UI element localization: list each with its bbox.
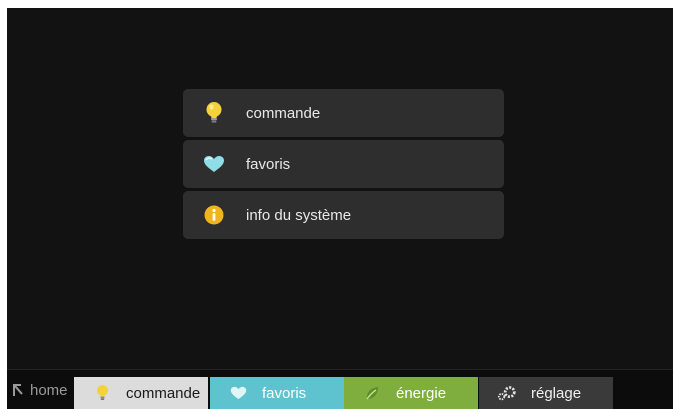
lightbulb-icon bbox=[92, 383, 112, 403]
menu-item-label: commande bbox=[246, 104, 321, 122]
tab-commande[interactable]: commande bbox=[74, 377, 208, 409]
heart-icon bbox=[203, 153, 225, 175]
tab-label: commande bbox=[126, 384, 201, 402]
menu-item-info-systeme[interactable]: info du système bbox=[183, 191, 504, 239]
gears-icon bbox=[497, 383, 517, 403]
menu-item-commande[interactable]: commande bbox=[183, 89, 504, 137]
tab-energie[interactable]: énergie bbox=[344, 377, 478, 409]
tab-label: énergie bbox=[396, 384, 447, 402]
menu-item-label: info du système bbox=[246, 206, 352, 224]
tab-reglage[interactable]: réglage bbox=[479, 377, 613, 409]
home-button[interactable]: home bbox=[12, 378, 68, 402]
heart-icon bbox=[228, 383, 248, 403]
taskbar: home commande favoris énergie réglage bbox=[7, 369, 673, 409]
tab-label: réglage bbox=[531, 384, 582, 402]
leaf-icon bbox=[362, 383, 382, 403]
info-icon bbox=[203, 204, 225, 226]
menu-item-favoris[interactable]: favoris bbox=[183, 140, 504, 188]
app-screen: commande favoris info du système home co… bbox=[7, 8, 673, 409]
home-arrow-icon bbox=[12, 383, 24, 397]
tab-label: favoris bbox=[262, 384, 307, 402]
tab-favoris[interactable]: favoris bbox=[210, 377, 344, 409]
home-label: home bbox=[30, 381, 68, 399]
lightbulb-icon bbox=[203, 102, 225, 124]
main-menu: commande favoris info du système bbox=[183, 89, 504, 242]
menu-item-label: favoris bbox=[246, 155, 291, 173]
